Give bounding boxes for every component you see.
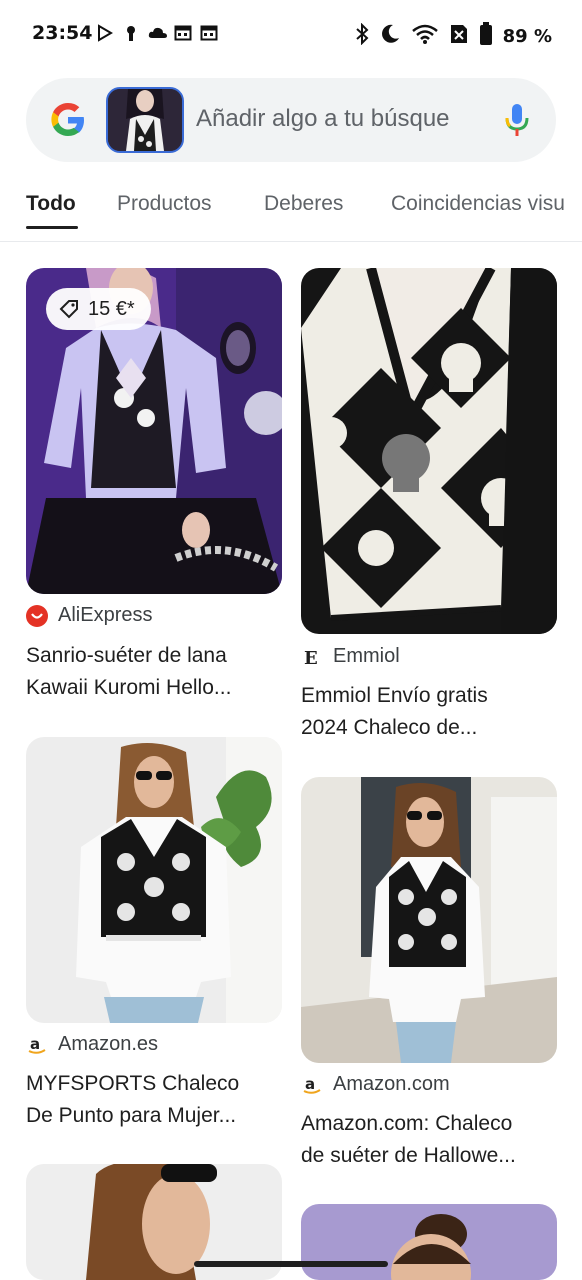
result-title-line: De Punto para Mujer... (26, 1104, 237, 1127)
result-title[interactable]: Emmiol Envío gratis 2024 Chaleco de... (301, 680, 551, 744)
google-logo-icon[interactable] (48, 100, 88, 140)
keyhole-icon (122, 24, 140, 42)
source-name: AliExpress (58, 604, 153, 626)
filter-tabs: Todo Productos Deberes Coincidencias vis… (0, 180, 582, 242)
result-source: a Amazon.es (26, 1033, 158, 1056)
source-name: Emmiol (333, 645, 400, 667)
search-input[interactable]: Añadir algo a tu búsque (196, 105, 496, 133)
amazon-logo-icon: a (301, 1074, 323, 1096)
price-tag-icon (59, 300, 78, 319)
aliexpress-logo-icon (26, 604, 48, 627)
tab-todo[interactable]: Todo (26, 192, 76, 216)
search-bar[interactable]: Añadir algo a tu búsque (26, 78, 556, 162)
tab-productos[interactable]: Productos (117, 192, 212, 216)
bluetooth-icon (355, 22, 369, 50)
wifi-icon (411, 23, 439, 50)
svg-text:E: E (304, 648, 318, 668)
result-title-line: 2024 Chaleco de... (301, 716, 478, 739)
result-title-line: Amazon.com: Chaleco (301, 1112, 513, 1135)
result-title[interactable]: MYFSPORTS Chaleco De Punto para Mujer... (26, 1068, 276, 1132)
result-source: E Emmiol (301, 645, 400, 669)
source-name: Amazon.com (333, 1073, 450, 1095)
result-card-amazon-com[interactable] (301, 777, 557, 1063)
result-title-line: MYFSPORTS Chaleco (26, 1072, 240, 1095)
result-source: a Amazon.com (301, 1073, 450, 1096)
status-bar: 23:54 89 % (0, 0, 582, 70)
result-title-line: Kawaii Kuromi Hello... (26, 676, 232, 699)
system-icons: 89 % (355, 22, 552, 51)
result-image[interactable] (301, 1204, 557, 1280)
result-card-partial[interactable] (301, 1204, 557, 1280)
notification-icons (96, 24, 218, 42)
result-title[interactable]: Sanrio-suéter de lana Kawaii Kuromi Hell… (26, 640, 276, 704)
status-time: 23:54 (32, 22, 93, 44)
result-title-line: Sanrio-suéter de lana (26, 644, 227, 667)
price-label: 15 €* (88, 297, 135, 320)
source-name: Amazon.es (58, 1033, 159, 1055)
battery-icon (479, 22, 493, 51)
cloud-icon (148, 24, 167, 42)
battery-percentage: 89 % (502, 26, 552, 47)
moon-icon (379, 23, 401, 50)
result-image[interactable]: 15 €* (26, 268, 282, 594)
amazon-logo-icon: a (26, 1034, 48, 1056)
tab-deberes[interactable]: Deberes (264, 192, 343, 216)
result-card-aliexpress[interactable]: 15 €* (26, 268, 282, 594)
result-image[interactable] (301, 268, 557, 634)
result-card-emmiol[interactable] (301, 268, 557, 634)
active-tab-indicator (26, 226, 78, 229)
play-store-icon (96, 24, 114, 42)
home-indicator[interactable] (194, 1261, 388, 1267)
tab-coincidencias-visuales[interactable]: Coincidencias visu (391, 192, 565, 216)
svg-text:a: a (305, 1075, 315, 1093)
search-image-thumbnail[interactable] (106, 87, 184, 153)
result-source: AliExpress (26, 604, 152, 627)
no-sim-icon (449, 23, 469, 50)
result-title-line: de suéter de Hallowe... (301, 1144, 516, 1167)
result-title[interactable]: Amazon.com: Chaleco de suéter de Hallowe… (301, 1108, 551, 1172)
emmiol-logo-icon: E (301, 646, 323, 669)
result-image[interactable] (26, 737, 282, 1023)
result-title-line: Emmiol Envío gratis (301, 684, 488, 707)
calendar-icon (174, 24, 192, 42)
svg-text:a: a (30, 1035, 40, 1053)
google-lens-results-page: 23:54 89 % Añadir algo a tu búsque Todo … (0, 0, 582, 1280)
result-card-amazon-es[interactable] (26, 737, 282, 1023)
result-image[interactable] (301, 777, 557, 1063)
microphone-icon[interactable] (504, 102, 530, 138)
calendar-icon (200, 24, 218, 42)
price-badge: 15 €* (46, 288, 151, 330)
